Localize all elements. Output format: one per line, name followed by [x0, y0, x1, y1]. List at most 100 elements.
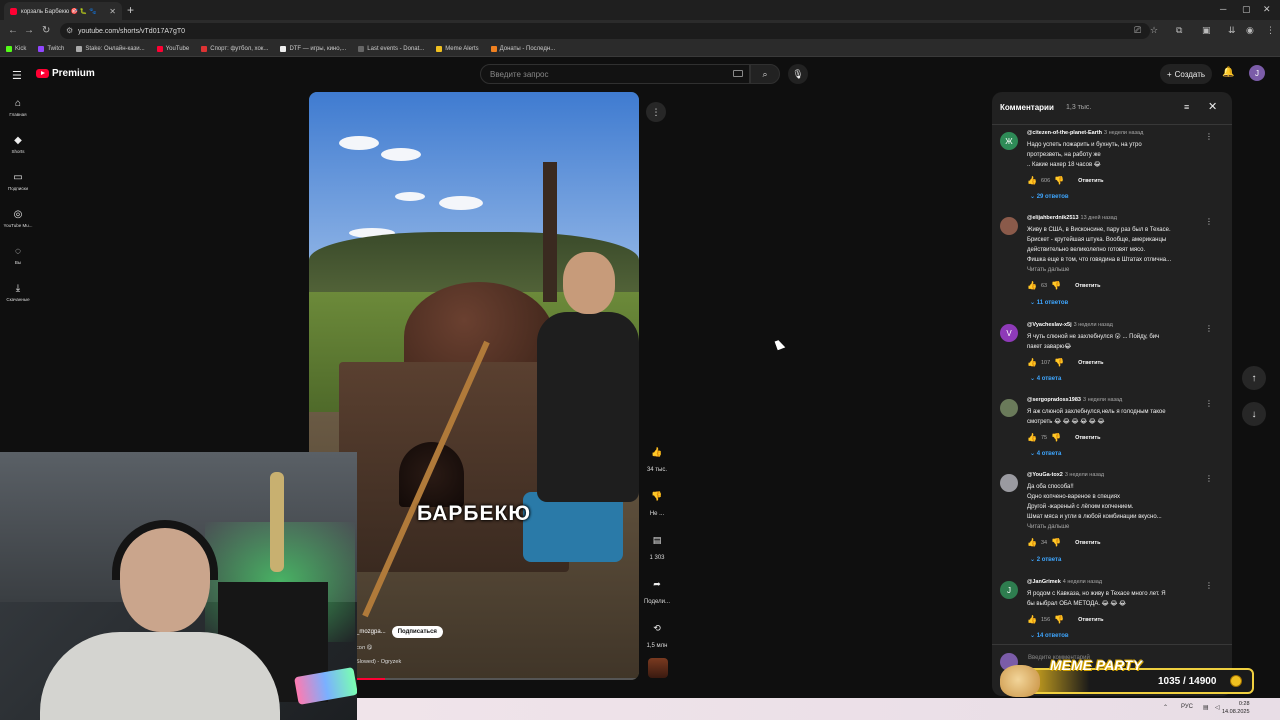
nav-subscriptions[interactable]: ▭ Подписки: [0, 172, 36, 191]
comment-avatar[interactable]: J: [1000, 581, 1018, 599]
reply-button[interactable]: Ответить: [1078, 617, 1103, 623]
maximize-icon[interactable]: ▢: [1242, 4, 1251, 15]
comment-more-icon[interactable]: ⋮: [1205, 217, 1213, 226]
reply-button[interactable]: Ответить: [1078, 360, 1103, 366]
close-tab-icon[interactable]: ✕: [109, 7, 116, 16]
read-more-button[interactable]: Читать дальше: [1027, 522, 1197, 532]
comment-dislike-icon[interactable]: 👎: [1054, 358, 1064, 367]
network-icon[interactable]: ▤: [1203, 704, 1209, 711]
comment-more-icon[interactable]: ⋮: [1205, 324, 1213, 333]
forward-icon[interactable]: →: [24, 25, 34, 36]
nav-home[interactable]: ⌂ Главная: [0, 98, 36, 117]
comment-avatar[interactable]: [1000, 474, 1018, 492]
comment-author[interactable]: @citezen-of-the-planet-Earth: [1027, 130, 1102, 136]
share-button[interactable]: ➦ Подели...: [640, 573, 674, 606]
comment-avatar[interactable]: Ж: [1000, 132, 1018, 150]
nav-youtube-music[interactable]: ◎ YouTube Mu...: [0, 209, 36, 228]
bookmark-item[interactable]: Meme Alerts: [436, 46, 479, 52]
nav-you[interactable]: ◌ Вы: [0, 246, 36, 265]
profile-icon[interactable]: ◉: [1246, 25, 1254, 36]
site-info-icon[interactable]: ⚙: [66, 26, 73, 35]
youtube-logo[interactable]: Premium: [36, 68, 95, 79]
close-comments-icon[interactable]: ✕: [1208, 100, 1217, 113]
reload-icon[interactable]: ↻: [42, 25, 50, 36]
shorts-video-player[interactable]: БАРБЕКЮ: [309, 92, 639, 680]
browser-tab[interactable]: корзаль Барбекю 🎯 🐛 🐾 ✕: [4, 2, 122, 20]
comment-author[interactable]: @YouGa-tox2: [1027, 472, 1063, 478]
bookmark-item[interactable]: Twitch: [38, 46, 64, 52]
dislike-button[interactable]: 👎 Не ...: [640, 485, 674, 518]
comment-like-icon[interactable]: 👍: [1027, 358, 1037, 367]
comments-button[interactable]: ▤ 1 303: [640, 529, 674, 562]
view-replies-button[interactable]: ⌄ 2 ответа: [1030, 556, 1061, 563]
comment-author[interactable]: @sergopradoss1983: [1027, 397, 1081, 403]
comment-avatar[interactable]: [1000, 217, 1018, 235]
bookmark-item[interactable]: Донаты - Последн...: [490, 46, 555, 52]
comment-time[interactable]: 3 недели назад: [1104, 130, 1143, 136]
reply-button[interactable]: Ответить: [1075, 435, 1100, 441]
volume-icon[interactable]: ◁: [1215, 704, 1220, 711]
comment-time[interactable]: 13 дней назад: [1081, 215, 1117, 221]
comment-time[interactable]: 3 недели назад: [1083, 397, 1122, 403]
bookmark-item[interactable]: Спорт: футбол, хок...: [201, 46, 268, 52]
guide-menu-icon[interactable]: ☰: [12, 69, 22, 82]
language-indicator[interactable]: РУС: [1181, 704, 1193, 710]
minimize-icon[interactable]: ─: [1220, 4, 1226, 14]
back-icon[interactable]: ←: [8, 25, 18, 36]
bookmark-item[interactable]: Last events - Donat...: [358, 46, 424, 52]
search-button[interactable]: ⌕: [750, 64, 780, 84]
comment-author[interactable]: @JanGrimek: [1027, 579, 1061, 585]
reply-button[interactable]: Ответить: [1075, 540, 1100, 546]
comment-time[interactable]: 3 недели назад: [1074, 322, 1113, 328]
remix-button[interactable]: ⟲ 1,5 млн: [640, 617, 674, 650]
search-input[interactable]: Введите запрос: [480, 64, 750, 84]
keyboard-icon[interactable]: [733, 70, 743, 77]
sound-thumbnail[interactable]: [648, 658, 668, 678]
url-field[interactable]: ⚙ youtube.com/shorts/vTd017A7gT0: [60, 23, 1150, 39]
comment-dislike-icon[interactable]: 👎: [1051, 433, 1061, 442]
video-sound[interactable]: Slowed) - Ogryzek: [356, 659, 401, 665]
comment-more-icon[interactable]: ⋮: [1205, 581, 1213, 590]
tray-chevron-icon[interactable]: ⌃: [1163, 704, 1168, 711]
comment-dislike-icon[interactable]: 👎: [1054, 176, 1064, 185]
video-progress-bar[interactable]: [357, 678, 639, 680]
downloads-toolbar-icon[interactable]: ⇊: [1228, 25, 1236, 36]
comment-like-icon[interactable]: 👍: [1027, 433, 1037, 442]
view-replies-button[interactable]: ⌄ 4 ответа: [1030, 450, 1061, 457]
like-button[interactable]: 👍 34 тыс.: [640, 441, 674, 474]
reply-button[interactable]: Ответить: [1078, 178, 1103, 184]
menu-icon[interactable]: ⋮: [1266, 25, 1275, 36]
sidepanel-icon[interactable]: ▣: [1202, 25, 1211, 36]
bookmark-star-icon[interactable]: ☆: [1150, 25, 1158, 36]
channel-name[interactable]: _mozgpa...: [356, 629, 386, 635]
comment-time[interactable]: 3 недели назад: [1065, 472, 1104, 478]
view-replies-button[interactable]: ⌄ 14 ответов: [1030, 632, 1069, 639]
notifications-bell-icon[interactable]: 🔔: [1222, 67, 1234, 78]
account-avatar[interactable]: J: [1249, 65, 1265, 81]
bookmark-item[interactable]: YouTube: [156, 46, 189, 52]
video-description[interactable]: сол 😋: [356, 645, 372, 651]
create-button[interactable]: + Создать: [1160, 64, 1212, 84]
reply-button[interactable]: Ответить: [1075, 283, 1100, 289]
comment-avatar[interactable]: V: [1000, 324, 1018, 342]
comment-more-icon[interactable]: ⋮: [1205, 399, 1213, 408]
install-app-icon[interactable]: ⎚: [1134, 25, 1141, 36]
comment-dislike-icon[interactable]: 👎: [1051, 281, 1061, 290]
taskbar-clock[interactable]: 0:28 14.08.2025: [1222, 700, 1250, 716]
video-more-button[interactable]: ⋮: [646, 102, 666, 122]
new-tab-icon[interactable]: +: [127, 3, 134, 17]
bookmark-item[interactable]: DTF — игры, кино,...: [280, 46, 346, 52]
comment-avatar[interactable]: [1000, 399, 1018, 417]
nav-shorts[interactable]: ◆ Shorts: [0, 135, 36, 154]
bookmark-item[interactable]: Stake: Онлайн-кази...: [76, 46, 145, 52]
nav-downloads[interactable]: ⤓ Скачанные: [0, 283, 36, 302]
comment-more-icon[interactable]: ⋮: [1205, 474, 1213, 483]
bookmark-item[interactable]: Kick: [6, 46, 26, 52]
close-window-icon[interactable]: ✕: [1263, 4, 1271, 15]
view-replies-button[interactable]: ⌄ 4 ответа: [1030, 375, 1061, 382]
comment-more-icon[interactable]: ⋮: [1205, 132, 1213, 141]
subscribe-button[interactable]: Подписаться: [391, 626, 443, 638]
comment-dislike-icon[interactable]: 👎: [1051, 538, 1061, 547]
extensions-icon[interactable]: ⧉: [1176, 25, 1182, 36]
comment-like-icon[interactable]: 👍: [1027, 538, 1037, 547]
